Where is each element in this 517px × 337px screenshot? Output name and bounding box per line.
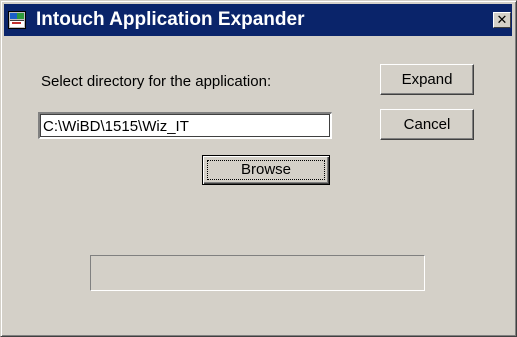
dialog-window: Intouch Application Expander ✕ Select di… xyxy=(0,0,517,337)
browse-button[interactable]: Browse xyxy=(202,155,330,185)
directory-prompt-label: Select directory for the application: xyxy=(41,73,272,90)
intouch-app-icon xyxy=(8,11,26,29)
close-button[interactable]: ✕ xyxy=(493,12,511,28)
window-title: Intouch Application Expander xyxy=(36,9,305,30)
close-icon: ✕ xyxy=(496,12,508,27)
directory-input[interactable] xyxy=(38,112,332,139)
progress-bar xyxy=(90,255,425,291)
browse-button-label: Browse xyxy=(240,161,292,178)
cancel-button[interactable]: Cancel xyxy=(380,109,474,140)
expand-button[interactable]: Expand xyxy=(380,64,474,95)
title-bar[interactable]: Intouch Application Expander ✕ xyxy=(4,4,512,36)
